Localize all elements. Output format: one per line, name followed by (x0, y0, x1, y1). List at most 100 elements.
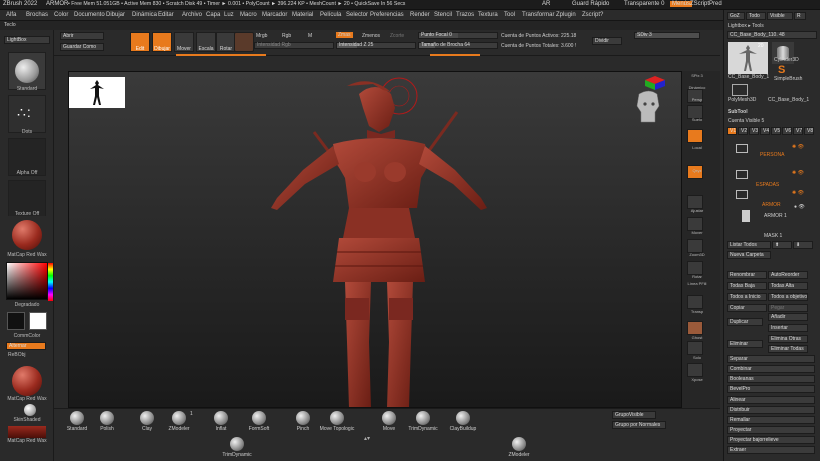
shelf-scroll-icon[interactable]: ▴▾ (364, 435, 370, 442)
insert-button[interactable]: Insertar (768, 324, 808, 332)
eye-icon[interactable]: ✺ 👁 (792, 190, 804, 196)
append-button[interactable]: Añadir (768, 313, 808, 321)
brush-claybuildup[interactable]: ClayBuildup (446, 411, 480, 435)
brush-formsoft[interactable]: FormSoft (242, 411, 276, 435)
rotate-button[interactable]: Rotar (216, 32, 236, 52)
menu-item-render[interactable]: Render (410, 12, 430, 18)
rgb-intensity-slider[interactable]: Intensidad Rgb (254, 42, 334, 49)
material2-thumbnail[interactable] (8, 362, 46, 400)
menu-item-archivo[interactable]: Archivo (182, 12, 202, 18)
auto-reorder-button[interactable]: AutoReorder (768, 271, 808, 279)
r-button[interactable]: R (794, 12, 806, 20)
sculpt-model[interactable] (219, 72, 539, 408)
save-as-button[interactable]: Guardar Como (60, 43, 104, 51)
lightbox-button[interactable]: LightBox (4, 36, 50, 44)
delete-all-button[interactable]: Eliminar Todas (768, 345, 808, 353)
quicksave-button[interactable]: Guard Rápido (572, 1, 609, 7)
menu-item-luz[interactable]: Luz (224, 12, 234, 18)
simplebrush-icon[interactable]: S (778, 64, 790, 76)
spix-label[interactable]: SPix 3 (682, 73, 712, 78)
extract-button[interactable]: Extraer (727, 446, 815, 454)
duplicate-button[interactable]: Duplicar (727, 318, 763, 326)
project-bas-button[interactable]: Proyectar bajorrelieve (727, 436, 815, 444)
local-button[interactable] (687, 129, 703, 143)
move-view-button[interactable] (687, 217, 703, 231)
ar-label[interactable]: AR (542, 1, 550, 7)
brush-trimdynamic[interactable]: TrimDynamic (406, 411, 440, 435)
lightbox-tools-link[interactable]: Lightbox ▸ Tools (728, 23, 764, 29)
boolean-button[interactable]: Booleanas (727, 375, 815, 383)
menu-item-material[interactable]: Material (292, 12, 313, 18)
move-button[interactable]: Mover (174, 32, 194, 52)
tool-1-label[interactable]: CC_Base_Body_1 (728, 74, 769, 80)
bevelpro-button[interactable]: BevelPro (727, 385, 815, 393)
menu-item--[interactable]: ? (600, 12, 603, 18)
zsub-toggle[interactable]: Zmenos (362, 33, 380, 39)
viewport-canvas[interactable] (68, 71, 682, 408)
ghost-button[interactable] (687, 321, 703, 335)
eye-icon[interactable]: ✺ 👁 (792, 144, 804, 150)
subtool-folder-armor[interactable]: ARMOR ✺ 👁 (728, 190, 814, 208)
menu-item-textura[interactable]: Textura (478, 12, 498, 18)
tool-2-label[interactable]: Cylinder3D (774, 57, 799, 63)
eye-icon[interactable]: ● 👁 (794, 204, 805, 210)
main-color-swatch[interactable] (7, 312, 25, 330)
groups-by-normals-button[interactable]: Grupo por Normales (612, 421, 666, 429)
material-thumbnail[interactable] (8, 216, 46, 254)
material3-thumbnail[interactable] (8, 426, 46, 438)
sdiv-slider[interactable]: SDiv 3 (634, 32, 700, 39)
menu-item-transformar[interactable]: Transformar (522, 12, 554, 18)
skin-shaded-icon[interactable] (24, 404, 36, 416)
visible-button[interactable]: Visible (767, 12, 793, 20)
zadd-toggle[interactable]: Zmas (336, 32, 353, 38)
menu-item-zplugin[interactable]: Zplugin (556, 12, 576, 18)
brush-row2-trimdynamic[interactable]: TrimDynamic (220, 437, 254, 461)
rename-button[interactable]: Renombrar (727, 271, 767, 279)
subtool-header[interactable]: SubTool (728, 109, 748, 115)
tab-v4[interactable]: V4 (760, 127, 770, 135)
tab-v7[interactable]: V7 (793, 127, 803, 135)
alternate-button[interactable]: Alternar (6, 342, 46, 350)
brush-move-topologic[interactable]: Move Topologic (320, 411, 354, 435)
tool-3-label[interactable]: SimpleBrush (774, 76, 802, 82)
rotate-view-button[interactable] (687, 261, 703, 275)
copy-button[interactable]: Copiar (727, 304, 767, 312)
hue-strip[interactable] (48, 263, 53, 301)
polymesh-icon[interactable] (732, 84, 748, 96)
menu-item-capa[interactable]: Capa (206, 12, 220, 18)
menu-item-documento[interactable]: Documento (74, 12, 105, 18)
split-button[interactable]: Separar (727, 355, 815, 363)
menu-item-stencil[interactable]: Stencil (434, 12, 452, 18)
remesh-button[interactable]: Remallar (727, 416, 815, 424)
tab-v5[interactable]: V5 (771, 127, 781, 135)
brush-row2-zmodeler[interactable]: ZModeler (502, 437, 536, 461)
new-folder-button[interactable]: Nueva Carpeta (727, 251, 771, 259)
menu-item-editar[interactable]: Editar (158, 12, 174, 18)
all-target-button[interactable]: Todos a objetivo (768, 293, 808, 301)
tab-v8[interactable]: V8 (804, 127, 814, 135)
menu-item-dibujar[interactable]: Dibujar (106, 12, 125, 18)
menu-item-alfa[interactable]: Alfa (6, 12, 16, 18)
menu-item-din-mica[interactable]: Dinámica (132, 12, 157, 18)
divide-button[interactable]: Dividir (592, 37, 622, 45)
transparency-slider[interactable]: Transparente 0 (624, 1, 664, 7)
zcut-toggle[interactable]: Zcorte (390, 33, 404, 39)
paste-button[interactable]: Pegar (768, 304, 808, 312)
secondary-color-swatch[interactable] (29, 312, 47, 330)
current-tool-field[interactable]: CC_Base_Body_110. 48 (727, 31, 817, 39)
material-preview-button[interactable] (234, 32, 254, 52)
goz-button[interactable]: GoZ (727, 12, 745, 20)
delete-others-button[interactable]: Elimina Otras (768, 335, 808, 343)
focal-shift-slider[interactable]: Punto Focal 0 (418, 32, 498, 39)
all-to-start-button[interactable]: Todos a Inicio (727, 293, 767, 301)
xpose-button[interactable] (687, 363, 703, 377)
frame-button[interactable] (687, 195, 703, 209)
tab-v6[interactable]: V6 (782, 127, 792, 135)
list-all-button[interactable]: Listar Todos (727, 241, 771, 249)
menu-item-macro[interactable]: Macro (240, 12, 257, 18)
subtool-folder-persona[interactable]: PERSONA ✺ 👁 (728, 144, 814, 158)
scale-button[interactable]: Escala (196, 32, 216, 52)
tab-v3[interactable]: V3 (749, 127, 759, 135)
eye-icon[interactable]: ✺ 👁 (792, 170, 804, 176)
menu-item-brochas[interactable]: Brochas (26, 12, 48, 18)
